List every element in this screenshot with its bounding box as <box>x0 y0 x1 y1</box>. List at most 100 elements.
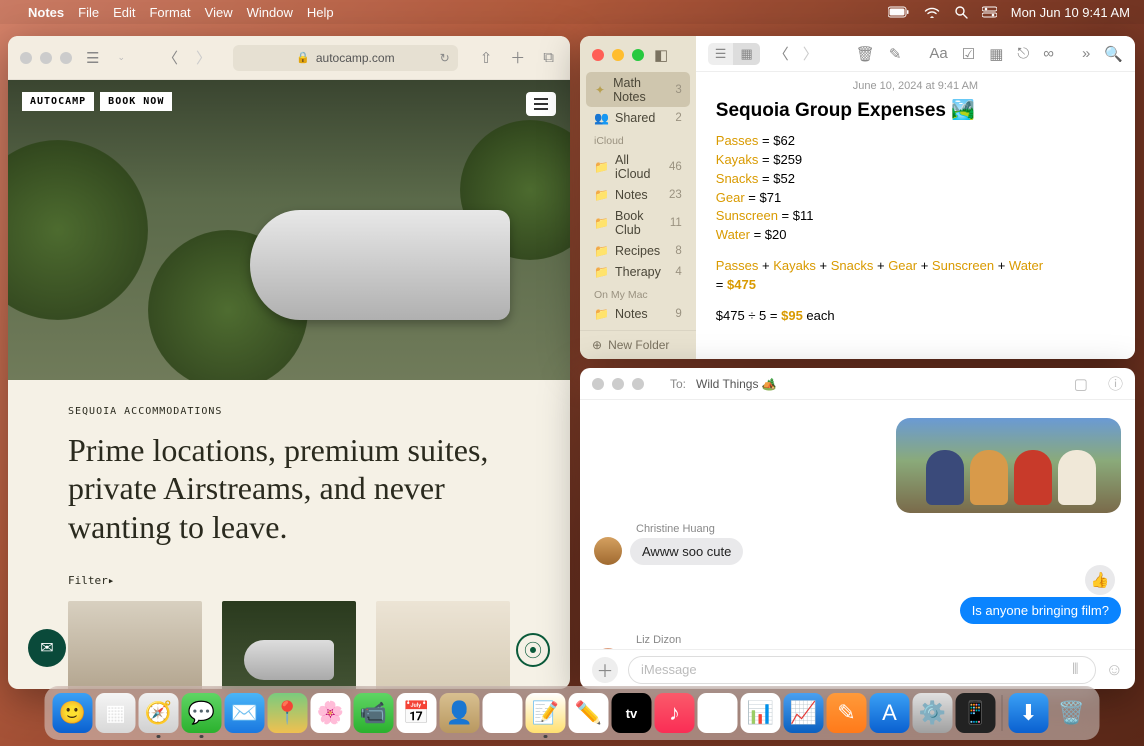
sidebar-folder[interactable]: 📁Book Club11 <box>580 205 696 240</box>
dock-messages[interactable]: 💬 <box>182 693 222 733</box>
sidebar-folder[interactable]: 📁Notes23 <box>580 184 696 205</box>
media-icon[interactable]: ⎋ <box>1017 45 1029 62</box>
new-folder-button[interactable]: ⊕ New Folder <box>580 330 696 359</box>
menu-edit[interactable]: Edit <box>113 5 135 20</box>
dock-launchpad[interactable]: ▦ <box>96 693 136 733</box>
trash-icon[interactable]: 🗑 <box>856 45 875 63</box>
dock-settings[interactable]: ⚙️ <box>913 693 953 733</box>
emoji-picker-icon[interactable]: ☺ <box>1106 660 1123 680</box>
hero-headline: Prime locations, premium suites, private… <box>68 431 510 546</box>
dock-photos[interactable]: 🌸 <box>311 693 351 733</box>
dock-tv[interactable]: tv <box>612 693 652 733</box>
address-bar[interactable]: 🔒 autocamp.com ↻ <box>233 45 458 71</box>
facetime-icon[interactable]: ▢ <box>1074 375 1088 393</box>
sidebar-folder[interactable]: 📁Therapy4 <box>580 261 696 282</box>
link-icon[interactable]: ∞ <box>1043 45 1054 62</box>
view-mode-segment[interactable]: ☰▦ <box>708 43 760 65</box>
dock-reminders[interactable]: ☰ <box>483 693 523 733</box>
message-bubble[interactable]: Is anyone bringing film? <box>960 597 1121 624</box>
message-bubble[interactable]: Awww soo cute <box>630 538 743 565</box>
compose-icon[interactable]: ✎ <box>889 45 902 63</box>
message-input[interactable]: iMessage ⦀ <box>628 656 1096 684</box>
apps-plus-icon[interactable]: ＋ <box>592 657 618 683</box>
tabs-overview-icon[interactable]: ⧉ <box>539 47 558 68</box>
tab-group-chevron-icon[interactable]: ⌄ <box>113 50 129 65</box>
dock-mail[interactable]: ✉️ <box>225 693 265 733</box>
dock-iphone[interactable]: 📱 <box>956 693 996 733</box>
avatar[interactable] <box>594 537 622 565</box>
brand-logo[interactable]: AUTOCAMP <box>22 92 94 111</box>
app-menu[interactable]: Notes <box>28 5 64 20</box>
sidebar-folder[interactable]: 📁Recipes8 <box>580 240 696 261</box>
menu-help[interactable]: Help <box>307 5 334 20</box>
search-icon[interactable]: 🔍 <box>1104 45 1123 63</box>
dock-safari[interactable]: 🧭 <box>139 693 179 733</box>
sent-photo[interactable] <box>896 418 1121 513</box>
messages-traffic-lights[interactable] <box>592 378 644 390</box>
hamburger-menu-icon[interactable] <box>526 92 556 116</box>
menu-view[interactable]: View <box>205 5 233 20</box>
sidebar-folder[interactable]: ✦Math Notes3 <box>586 72 690 107</box>
battery-icon[interactable] <box>888 6 910 18</box>
dock-appstore[interactable]: A <box>870 693 910 733</box>
menu-file[interactable]: File <box>78 5 99 20</box>
dock-freeform[interactable]: ✏️ <box>569 693 609 733</box>
dock-pages[interactable]: ✎ <box>827 693 867 733</box>
sidebar-folder[interactable]: 👥Shared2 <box>580 107 696 128</box>
menu-format[interactable]: Format <box>149 5 190 20</box>
dock-finder[interactable]: 🙂 <box>53 693 93 733</box>
sidebar-toggle-icon[interactable]: ◧ <box>654 46 668 64</box>
thumbnail[interactable] <box>376 601 510 689</box>
folder-icon: ✦ <box>594 83 606 97</box>
forward-button[interactable]: 〉 <box>192 45 215 70</box>
sidebar-folder[interactable]: 📁Notes9 <box>580 303 696 324</box>
info-icon[interactable]: ⓘ <box>1108 373 1123 394</box>
dock-music[interactable]: ♪ <box>655 693 695 733</box>
dock-maps[interactable]: 📍 <box>268 693 308 733</box>
note-line: Water = $20 <box>716 226 1115 245</box>
dock-facetime[interactable]: 📹 <box>354 693 394 733</box>
dock-numbers[interactable]: 📊 <box>741 693 781 733</box>
dock-keynote[interactable]: 📈 <box>784 693 824 733</box>
back-button[interactable]: 〈 <box>159 45 182 70</box>
chat-fab-icon[interactable]: ✉ <box>28 629 66 667</box>
share-icon[interactable]: ⇧ <box>476 47 497 69</box>
spotlight-icon[interactable] <box>954 5 968 19</box>
dock-calendar[interactable]: 📅 <box>397 693 437 733</box>
new-tab-icon[interactable]: ＋ <box>506 45 529 70</box>
sidebar-toggle-icon[interactable]: ☰ <box>82 47 103 69</box>
safari-traffic-lights[interactable] <box>20 52 72 64</box>
forward-icon[interactable]: 〉 <box>803 43 818 64</box>
format-icon[interactable]: Aa <box>929 45 947 62</box>
control-center-icon[interactable] <box>982 6 997 18</box>
notes-traffic-lights[interactable] <box>592 49 644 61</box>
folder-icon: 📁 <box>594 216 608 230</box>
dock-notes[interactable]: 📝 <box>526 693 566 733</box>
accessibility-icon[interactable]: ⦿ <box>516 633 550 667</box>
messages-window: To: Wild Things 🏕️ ▢ ⓘ Christine HuangAw… <box>580 368 1135 689</box>
message-thread[interactable]: Christine HuangAwww soo cute👍Is anyone b… <box>580 400 1135 649</box>
airstream-graphic <box>250 210 510 320</box>
sidebar-folder[interactable]: 📁All iCloud46 <box>580 149 696 184</box>
filter-button[interactable]: Filter▸ <box>68 574 510 587</box>
dock-trash[interactable]: 🗑️ <box>1052 693 1092 733</box>
audio-wave-icon[interactable]: ⦀ <box>1072 661 1079 678</box>
dock-contacts[interactable]: 👤 <box>440 693 480 733</box>
thumbnail[interactable] <box>68 601 202 689</box>
book-now-button[interactable]: BOOK NOW <box>100 92 172 111</box>
table-icon[interactable]: ▦ <box>989 45 1003 63</box>
tapback-reaction[interactable]: 👍 <box>1085 565 1115 595</box>
note-body[interactable]: June 10, 2024 at 9:41 AM Sequoia Group E… <box>696 72 1135 359</box>
menubar-clock[interactable]: Mon Jun 10 9:41 AM <box>1011 5 1130 20</box>
more-icon[interactable]: » <box>1082 45 1090 62</box>
folder-icon: 👥 <box>594 111 608 125</box>
menu-window[interactable]: Window <box>247 5 293 20</box>
thumbnail[interactable] <box>222 601 356 689</box>
conversation-name[interactable]: Wild Things 🏕️ <box>696 377 777 391</box>
wifi-icon[interactable] <box>924 6 940 18</box>
dock-news[interactable]: N <box>698 693 738 733</box>
checklist-icon[interactable]: ☑ <box>962 45 975 63</box>
reload-icon[interactable]: ↻ <box>440 51 450 65</box>
back-icon[interactable]: 〈 <box>774 43 789 64</box>
dock-downloads[interactable]: ⬇ <box>1009 693 1049 733</box>
